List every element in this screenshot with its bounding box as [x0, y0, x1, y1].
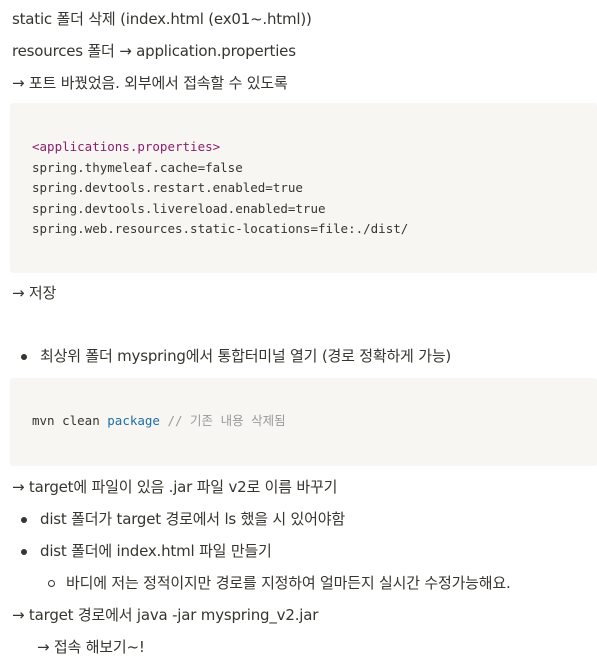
code-keyword: package: [107, 413, 160, 428]
code-command: mvn clean: [32, 413, 108, 428]
list-item: 최상위 폴더 myspring에서 통합터미널 열기 (경로 정확하게 가능): [40, 347, 452, 365]
bullet-dot: [21, 549, 27, 555]
sub-bullet-circle: [48, 580, 55, 587]
text-line: static 폴더 삭제 (index.html (ex01~.html)): [12, 10, 312, 28]
code-line: spring.web.resources.static-locations=fi…: [32, 221, 409, 236]
code-line: spring.thymeleaf.cache=false: [32, 160, 243, 175]
code-line: mvn clean package // 기존 내용 삭제됨: [32, 411, 286, 431]
code-block-properties: <applications.properties> spring.thymele…: [10, 103, 597, 273]
text-line: → 포트 바꿨었음. 외부에서 접속할 수 있도록: [12, 74, 288, 92]
document-page: static 폴더 삭제 (index.html (ex01~.html)) r…: [0, 0, 597, 668]
text-line: → 저장: [12, 284, 57, 302]
text-line: → target 경로에서 java -jar myspring_v2.jar: [12, 606, 319, 624]
text-line: → 접속 해보기~!: [37, 638, 145, 656]
list-item: dist 폴더에 index.html 파일 만들기: [40, 542, 272, 560]
code-comment: // 기존 내용 삭제됨: [159, 413, 286, 428]
code-line: spring.devtools.livereload.enabled=true: [32, 201, 326, 216]
bullet-dot: [21, 517, 27, 523]
list-item: dist 폴더가 target 경로에서 ls 했을 시 있어야함: [40, 510, 345, 528]
text-line: → target에 파일이 있음 .jar 파일 v2로 이름 바꾸기: [12, 478, 338, 496]
code-line: spring.devtools.restart.enabled=true: [32, 180, 303, 195]
sub-list-item: 바디에 저는 정적이지만 경로를 지정하여 얼마든지 실시간 수정가능해요.: [66, 574, 511, 592]
bullet-dot: [21, 354, 27, 360]
text-line: resources 폴더 → application.properties: [12, 42, 296, 60]
code-header: <applications.properties>: [32, 139, 221, 154]
code-block-command: mvn clean package // 기존 내용 삭제됨: [10, 378, 597, 466]
